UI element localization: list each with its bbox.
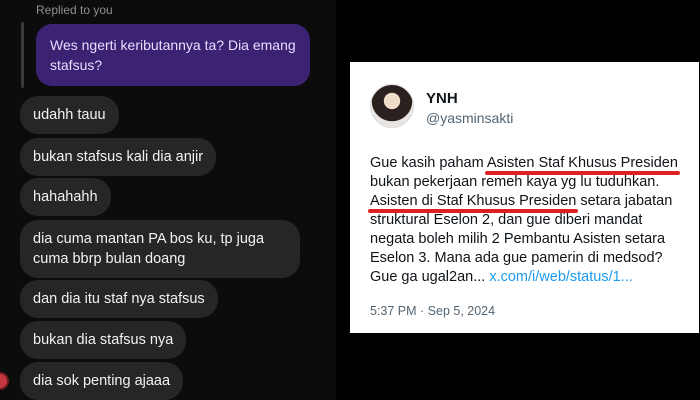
message-bubble[interactable]: bukan stafsus kali dia anjir [20,138,217,176]
tweet-timestamp[interactable]: 5:37 PM · Sep 5, 2024 [370,304,495,318]
tweet-link[interactable]: x.com/i/web/status/1... [489,269,632,285]
tweet-line: Gue ga ugal2an... x.com/i/web/status/1..… [370,269,633,285]
message-bubble[interactable]: udahh tauu [20,96,119,134]
tweet-line: Asisten di Staf Khusus Presiden setara j… [370,193,673,209]
tweet-line: struktural Eselon 2, dan gue diberi mand… [370,212,643,228]
sender-avatar[interactable] [0,372,9,390]
reply-indicator-bar [21,22,24,88]
highlighted-phrase: Asisten Staf Khusus Presiden [486,155,678,171]
message-bubble[interactable]: hahahahh [20,178,111,216]
message-bubble[interactable]: dia sok penting ajaaa [20,362,184,400]
highlighted-phrase: Asisten di Staf Khusus Presiden [370,193,577,209]
profile-avatar[interactable] [370,84,414,128]
tweet-line: negata boleh milih 2 Pembantu Asisten se… [370,231,666,247]
chat-panel: Replied to you Wes ngerti keributannya t… [0,0,336,400]
user-handle[interactable]: @yasminsakti [426,110,513,126]
replied-label: Replied to you [36,3,113,17]
message-bubble[interactable]: dan dia itu staf nya stafsus [20,280,218,318]
quoted-message[interactable]: Wes ngerti keributannya ta? Dia emang st… [36,24,310,86]
message-bubble[interactable]: dia cuma mantan PA bos ku, tp juga cuma … [20,220,300,278]
tweet-line: Eselon 3. Mana ada gue pamerin di medsod… [370,250,663,266]
display-name[interactable]: YNH [426,90,458,107]
tweet-line: bukan pekerjaan remeh kaya yg lu tuduhka… [370,174,660,190]
tweet-line: Gue kasih paham Asisten Staf Khusus Pres… [370,155,678,171]
tweet-text: Gue kasih paham Asisten Staf Khusus Pres… [370,154,688,287]
message-bubble[interactable]: bukan dia stafsus nya [20,321,187,359]
tweet-card: YNH @yasminsakti Gue kasih paham Asisten… [350,62,699,333]
